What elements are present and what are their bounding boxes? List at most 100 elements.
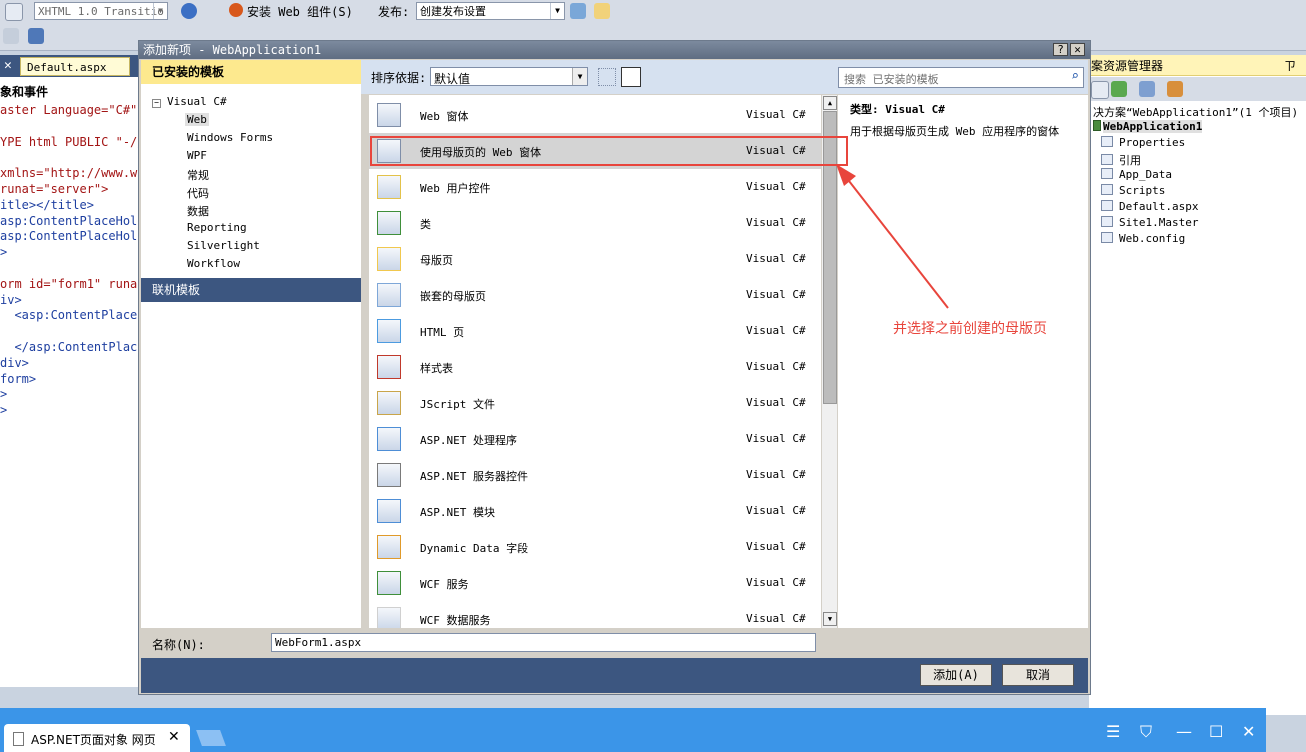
template-row[interactable]: 母版页 Visual C# <box>369 241 821 277</box>
install-web-components-icon[interactable] <box>229 3 243 17</box>
close-tab-icon[interactable]: ✕ <box>4 58 12 73</box>
solution-root[interactable]: 决方案“WebApplication1”(1 个项目) <box>1093 104 1298 120</box>
template-row[interactable]: HTML 页 Visual C# <box>369 313 821 349</box>
tree-root-label: Visual C# <box>167 95 227 108</box>
skin-icon[interactable]: ⛉ <box>1140 722 1152 742</box>
template-row[interactable]: 嵌套的母版页 Visual C# <box>369 277 821 313</box>
menu-icon[interactable]: ☰ <box>1106 722 1120 741</box>
refresh-icon[interactable] <box>1111 81 1127 97</box>
code-line: asp:ContentPlaceHolde <box>0 213 152 228</box>
template-name: WCF 数据服务 <box>420 614 491 627</box>
solution-item-label: Default.aspx <box>1119 200 1199 213</box>
template-tree-panel <box>141 60 361 628</box>
template-language: Visual C# <box>746 108 806 121</box>
doctype-combo-value: XHTML 1.0 Transitio <box>38 5 164 18</box>
validation-icon[interactable] <box>181 3 197 19</box>
solution-item[interactable]: Default.aspx <box>1101 200 1198 213</box>
code-line: asp:ContentPlaceHolde <box>0 229 152 244</box>
template-icon <box>377 463 401 487</box>
close-window-icon[interactable]: ✕ <box>1242 722 1255 741</box>
outline-icon[interactable] <box>3 28 19 44</box>
code-line: YPE html PUBLIC "-// <box>0 134 145 149</box>
search-box[interactable]: 搜索 已安装的模板 ⌕ <box>838 67 1084 88</box>
maximize-icon[interactable]: ☐ <box>1209 722 1223 741</box>
browser-tab-title: ASP.NET页面对象 网页 <box>31 733 156 747</box>
pin-icon[interactable]: ㄗ <box>1284 57 1296 74</box>
highlight-box <box>370 136 848 166</box>
tree-item[interactable]: 常规 <box>187 167 209 183</box>
template-row[interactable]: ASP.NET 模块 Visual C# <box>369 493 821 529</box>
collapse-icon[interactable]: − <box>152 99 161 108</box>
scroll-down-arrow-icon[interactable]: ▼ <box>823 612 837 626</box>
template-icon <box>377 571 401 595</box>
install-web-components-button[interactable]: 安装 Web 组件(S) <box>247 3 353 20</box>
solution-item-label: Scripts <box>1119 184 1166 197</box>
template-row[interactable]: Web 用户控件 Visual C# <box>369 169 821 205</box>
template-row[interactable]: ASP.NET 服务器控件 Visual C# <box>369 457 821 493</box>
template-row[interactable]: WCF 服务 Visual C# <box>369 565 821 601</box>
solution-item[interactable]: Site1.Master <box>1101 216 1198 229</box>
template-name: ASP.NET 服务器控件 <box>420 470 528 483</box>
solution-item[interactable]: Scripts <box>1101 184 1165 197</box>
view-code-icon[interactable] <box>1139 81 1155 97</box>
tree-item[interactable]: WPF <box>187 149 207 162</box>
tree-item[interactable]: Windows Forms <box>187 131 273 144</box>
add-button[interactable]: 添加(A) <box>920 664 992 686</box>
properties-icon[interactable] <box>1091 81 1109 99</box>
sort-combo-value: 默认值 <box>434 72 471 86</box>
tree-item[interactable]: 代码 <box>187 185 209 201</box>
tree-item[interactable]: Reporting <box>187 221 247 234</box>
solution-item[interactable]: Properties <box>1101 136 1185 149</box>
template-icon <box>377 247 401 271</box>
template-row[interactable]: Web 窗体 Visual C# <box>369 97 821 133</box>
name-field[interactable]: WebForm1.aspx <box>271 633 816 652</box>
online-templates-label: 联机模板 <box>152 283 201 297</box>
minimize-icon[interactable]: — <box>1176 722 1192 741</box>
template-row[interactable]: 类 Visual C# <box>369 205 821 241</box>
tree-item[interactable]: Silverlight <box>187 239 260 252</box>
project-node[interactable]: WebApplication1 <box>1093 120 1203 133</box>
editor-header: 象和事件 <box>0 85 49 99</box>
template-row[interactable]: WCF 数据服务 Visual C# <box>369 601 821 628</box>
template-row[interactable]: Dynamic Data 字段 Visual C# <box>369 529 821 565</box>
tree-item[interactable]: Workflow <box>187 257 240 270</box>
cancel-button[interactable]: 取消 <box>1002 664 1074 686</box>
close-tab-icon[interactable]: ✕ <box>168 729 180 745</box>
details-view-icon[interactable] <box>621 67 641 87</box>
help-button[interactable]: ? <box>1053 43 1068 56</box>
template-row[interactable]: JScript 文件 Visual C# <box>369 385 821 421</box>
tab-default-aspx[interactable]: Default.aspx <box>20 57 130 76</box>
solution-item[interactable]: App_Data <box>1101 168 1172 181</box>
doctype-combo[interactable]: XHTML 1.0 Transitio ▼ <box>34 2 168 20</box>
sort-combo[interactable]: 默认值 ▼ <box>430 67 588 86</box>
template-language: Visual C# <box>746 252 806 265</box>
class-diagram-icon[interactable] <box>1167 81 1183 97</box>
publish-combo[interactable]: 创建发布设置 ▼ <box>416 2 565 20</box>
template-row[interactable]: ASP.NET 处理程序 Visual C# <box>369 421 821 457</box>
scroll-up-arrow-icon[interactable]: ▲ <box>823 96 837 110</box>
name-label: 名称(N): <box>152 638 205 652</box>
tree-item[interactable]: 数据 <box>187 203 209 219</box>
template-language: Visual C# <box>746 612 806 625</box>
file-icon <box>1101 154 1113 165</box>
publish-web-icon[interactable] <box>570 3 586 19</box>
code-line: aster Language="C#" A <box>0 103 152 117</box>
solution-item[interactable]: 引用 <box>1101 152 1141 168</box>
solution-item[interactable]: Web.config <box>1101 232 1185 245</box>
tree-root-visual-csharp[interactable]: − Visual C# <box>152 95 227 108</box>
edit-icon[interactable] <box>594 3 610 19</box>
format-icon[interactable] <box>28 28 44 44</box>
browser-tab[interactable]: ASP.NET页面对象 网页 ✕ <box>4 724 190 752</box>
tree-item[interactable]: Web <box>185 113 209 126</box>
template-name: HTML 页 <box>420 326 465 339</box>
sort-label: 排序依据: <box>371 71 427 85</box>
solution-explorer-title: 案资源管理器 <box>1091 59 1164 73</box>
search-input[interactable]: 搜索 已安装的模板 <box>844 71 939 87</box>
small-icons-view-icon[interactable] <box>598 68 616 86</box>
search-icon[interactable]: ⌕ <box>1071 69 1079 84</box>
template-toolbar: 排序依据: 默认值 ▼ 搜索 已安装的模板 ⌕ <box>361 60 1088 94</box>
template-row[interactable]: 样式表 Visual C# <box>369 349 821 385</box>
close-button[interactable]: ✕ <box>1070 43 1085 56</box>
online-templates[interactable]: 联机模板 <box>141 278 361 302</box>
undo-icon[interactable] <box>5 3 23 21</box>
